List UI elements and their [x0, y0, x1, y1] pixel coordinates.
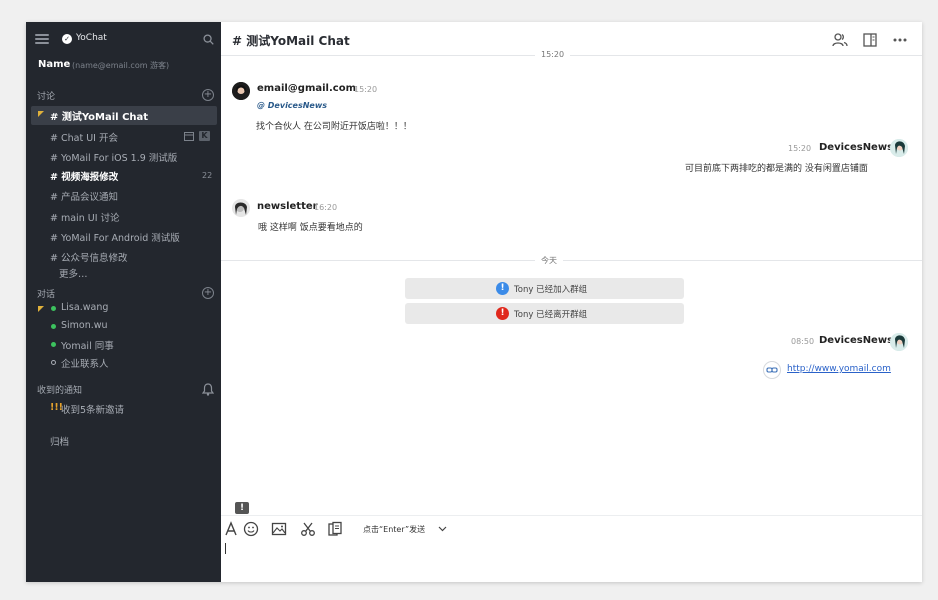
online-status-icon: [51, 342, 56, 347]
leave-notice: ! Tony 已经离开群组: [405, 303, 684, 324]
font-format-icon[interactable]: [224, 521, 238, 537]
send-hint[interactable]: 点击“Enter”发送: [363, 524, 425, 535]
mute-icon[interactable]: K: [199, 131, 210, 141]
today-divider-line: [221, 260, 922, 261]
scissors-icon[interactable]: [300, 521, 316, 537]
online-status-icon: [51, 306, 56, 311]
side-panel-icon[interactable]: [862, 32, 878, 48]
join-notice: ! Tony 已经加入群组: [405, 278, 684, 299]
contact-enterprise[interactable]: 企业联系人: [61, 356, 109, 370]
discussions-section-title: 讨论: [37, 92, 56, 102]
feedback-icon[interactable]: !: [235, 502, 249, 514]
user-name[interactable]: Name: [38, 59, 70, 70]
message-text: 可目前底下两排吃的都是满的 没有闲置店铺面: [685, 164, 868, 174]
message-sender[interactable]: DevicesNews: [819, 335, 893, 346]
message-time: 15:20: [788, 144, 812, 153]
channel-title: # 测试YoMail Chat: [232, 34, 350, 48]
contact-yomail-colleague[interactable]: Yomail 同事: [61, 338, 114, 352]
flag-icon: [38, 111, 44, 117]
notifications-section-title: 收到的通知: [37, 386, 83, 396]
channel-test-yomail-chat[interactable]: # 测试YoMail Chat: [50, 108, 148, 123]
avatar[interactable]: [890, 333, 908, 351]
info-icon: !: [496, 282, 509, 295]
image-icon[interactable]: [271, 521, 287, 537]
contact-simon-wu[interactable]: Simon.wu: [61, 320, 108, 331]
avatar[interactable]: [890, 139, 908, 157]
text-cursor: [225, 543, 226, 554]
more-options-icon[interactable]: [892, 32, 908, 48]
offline-status-icon: [51, 360, 56, 365]
link-icon: [763, 361, 781, 379]
message-sender[interactable]: email@gmail.com: [257, 83, 356, 94]
today-divider: 今天: [535, 255, 563, 266]
message-link[interactable]: http://www.yomail.com: [787, 364, 891, 374]
message-sender[interactable]: DevicesNews: [819, 142, 893, 153]
archive-link[interactable]: 归档: [50, 434, 69, 448]
user-email: (name@email.com 游客): [72, 61, 170, 70]
chevron-down-icon[interactable]: [438, 526, 447, 532]
archive-icon[interactable]: [184, 132, 194, 141]
yochat-logo-icon: ✓: [62, 34, 72, 44]
message-sender[interactable]: newsletter: [257, 201, 318, 212]
search-icon[interactable]: [203, 34, 214, 45]
message-text: 找个合伙人 在公司附近开饭店啦！！！: [256, 122, 412, 132]
avatar[interactable]: [232, 82, 250, 100]
mention-tag[interactable]: @ DevicesNews: [257, 101, 327, 110]
message-text: 哦 这样啊 饭点要看地点的: [258, 223, 363, 233]
unread-count-badge: 22: [202, 171, 213, 180]
message-time: 16:20: [314, 203, 338, 212]
channel-main-ui[interactable]: # main UI 讨论: [50, 210, 120, 224]
conversations-section-title: 对话: [37, 290, 56, 300]
members-icon[interactable]: [832, 32, 848, 48]
sidebar: ✓ YoChat Name (name@email.com 游客) 讨论 + #…: [26, 22, 221, 582]
channel-video-poster[interactable]: # 视频海报修改: [50, 169, 118, 183]
channel-yomail-ios[interactable]: # YoMail For iOS 1.9 测试版: [50, 150, 177, 164]
message-input[interactable]: [221, 538, 922, 582]
online-status-icon: [51, 324, 56, 329]
avatar[interactable]: [232, 199, 250, 217]
emoji-icon[interactable]: [243, 521, 259, 537]
app-window: ✓ YoChat Name (name@email.com 游客) 讨论 + #…: [26, 22, 922, 582]
flag-icon: [38, 306, 44, 312]
add-conversation-icon[interactable]: +: [202, 287, 214, 299]
notification-invites[interactable]: 收到5条新邀请: [61, 402, 124, 416]
clipboard-icon[interactable]: [327, 521, 343, 537]
hamburger-menu-icon[interactable]: [35, 34, 49, 44]
channel-yomail-android[interactable]: # YoMail For Android 测试版: [50, 230, 180, 244]
chat-main: # 测试YoMail Chat 15:20 email@gmail.com 15…: [221, 22, 922, 582]
message-time: 08:50: [791, 337, 815, 346]
contact-lisa-wang[interactable]: Lisa.wang: [61, 302, 108, 313]
time-divider: 15:20: [535, 50, 571, 59]
header-divider: [221, 55, 922, 56]
more-channels-link[interactable]: 更多…: [59, 266, 88, 280]
alert-icon: !: [496, 307, 509, 320]
add-discussion-icon[interactable]: +: [202, 89, 214, 101]
channel-chat-ui[interactable]: # Chat UI 开会: [50, 130, 118, 144]
bell-icon[interactable]: [202, 383, 214, 396]
channel-product-meeting[interactable]: # 产品会议通知: [50, 189, 118, 203]
channel-official-account[interactable]: # 公众号信息修改: [50, 250, 127, 264]
app-title: YoChat: [76, 33, 107, 43]
message-time: 15:20: [354, 85, 378, 94]
